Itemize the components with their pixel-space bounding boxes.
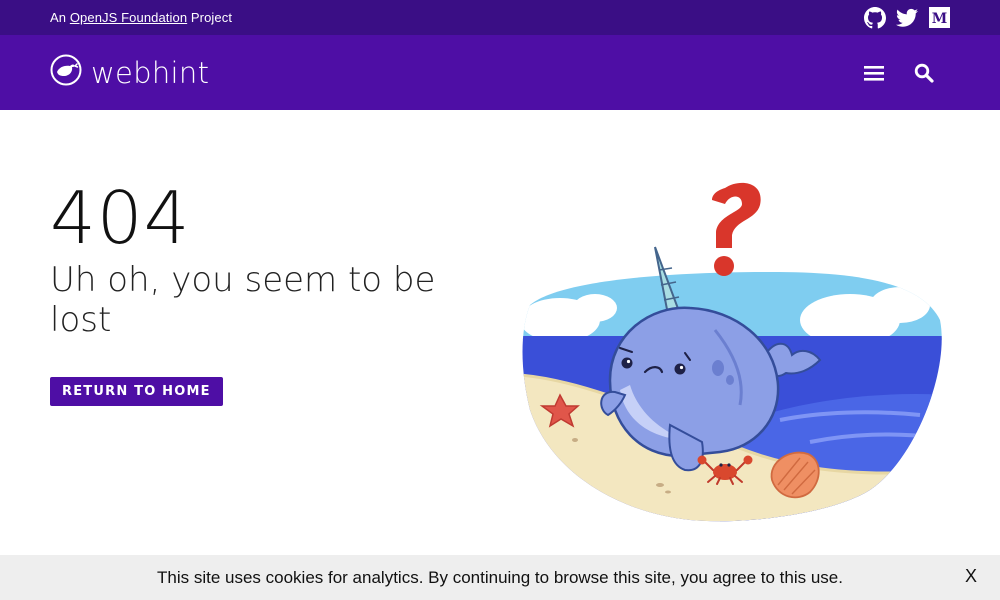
brand-name: webhint xyxy=(91,55,210,90)
brand-home-link[interactable]: webhint xyxy=(50,54,209,91)
error-message-section: 404 Uh oh, you seem to be lost RETURN TO… xyxy=(50,178,470,406)
foundation-credit: An OpenJS Foundation Project xyxy=(50,10,232,25)
lost-narwhal-illustration xyxy=(520,180,945,525)
foundation-bar: An OpenJS Foundation Project M xyxy=(0,0,1000,35)
twitter-icon[interactable] xyxy=(896,7,918,29)
credit-prefix: An xyxy=(50,10,67,25)
credit-suffix: Project xyxy=(190,10,233,25)
social-links: M xyxy=(864,6,950,29)
main-navbar: webhint xyxy=(0,35,1000,110)
error-headline: Uh oh, you seem to be lost xyxy=(50,260,436,340)
svg-text:M: M xyxy=(931,11,947,27)
error-code: 404 xyxy=(50,176,191,260)
hamburger-menu-icon[interactable] xyxy=(862,61,886,85)
cookie-close-button[interactable]: X xyxy=(965,566,977,587)
medium-icon[interactable]: M xyxy=(928,7,950,29)
cookie-message: This site uses cookies for analytics. By… xyxy=(156,567,843,587)
return-home-button[interactable]: RETURN TO HOME xyxy=(50,377,223,406)
search-icon[interactable] xyxy=(912,61,936,85)
cookie-banner: This site uses cookies for analytics. By… xyxy=(0,555,1000,600)
nav-actions xyxy=(862,61,936,85)
webhint-logo-icon xyxy=(50,54,82,91)
openjs-foundation-link[interactable]: OpenJS Foundation xyxy=(70,10,187,25)
github-icon[interactable] xyxy=(864,6,886,29)
